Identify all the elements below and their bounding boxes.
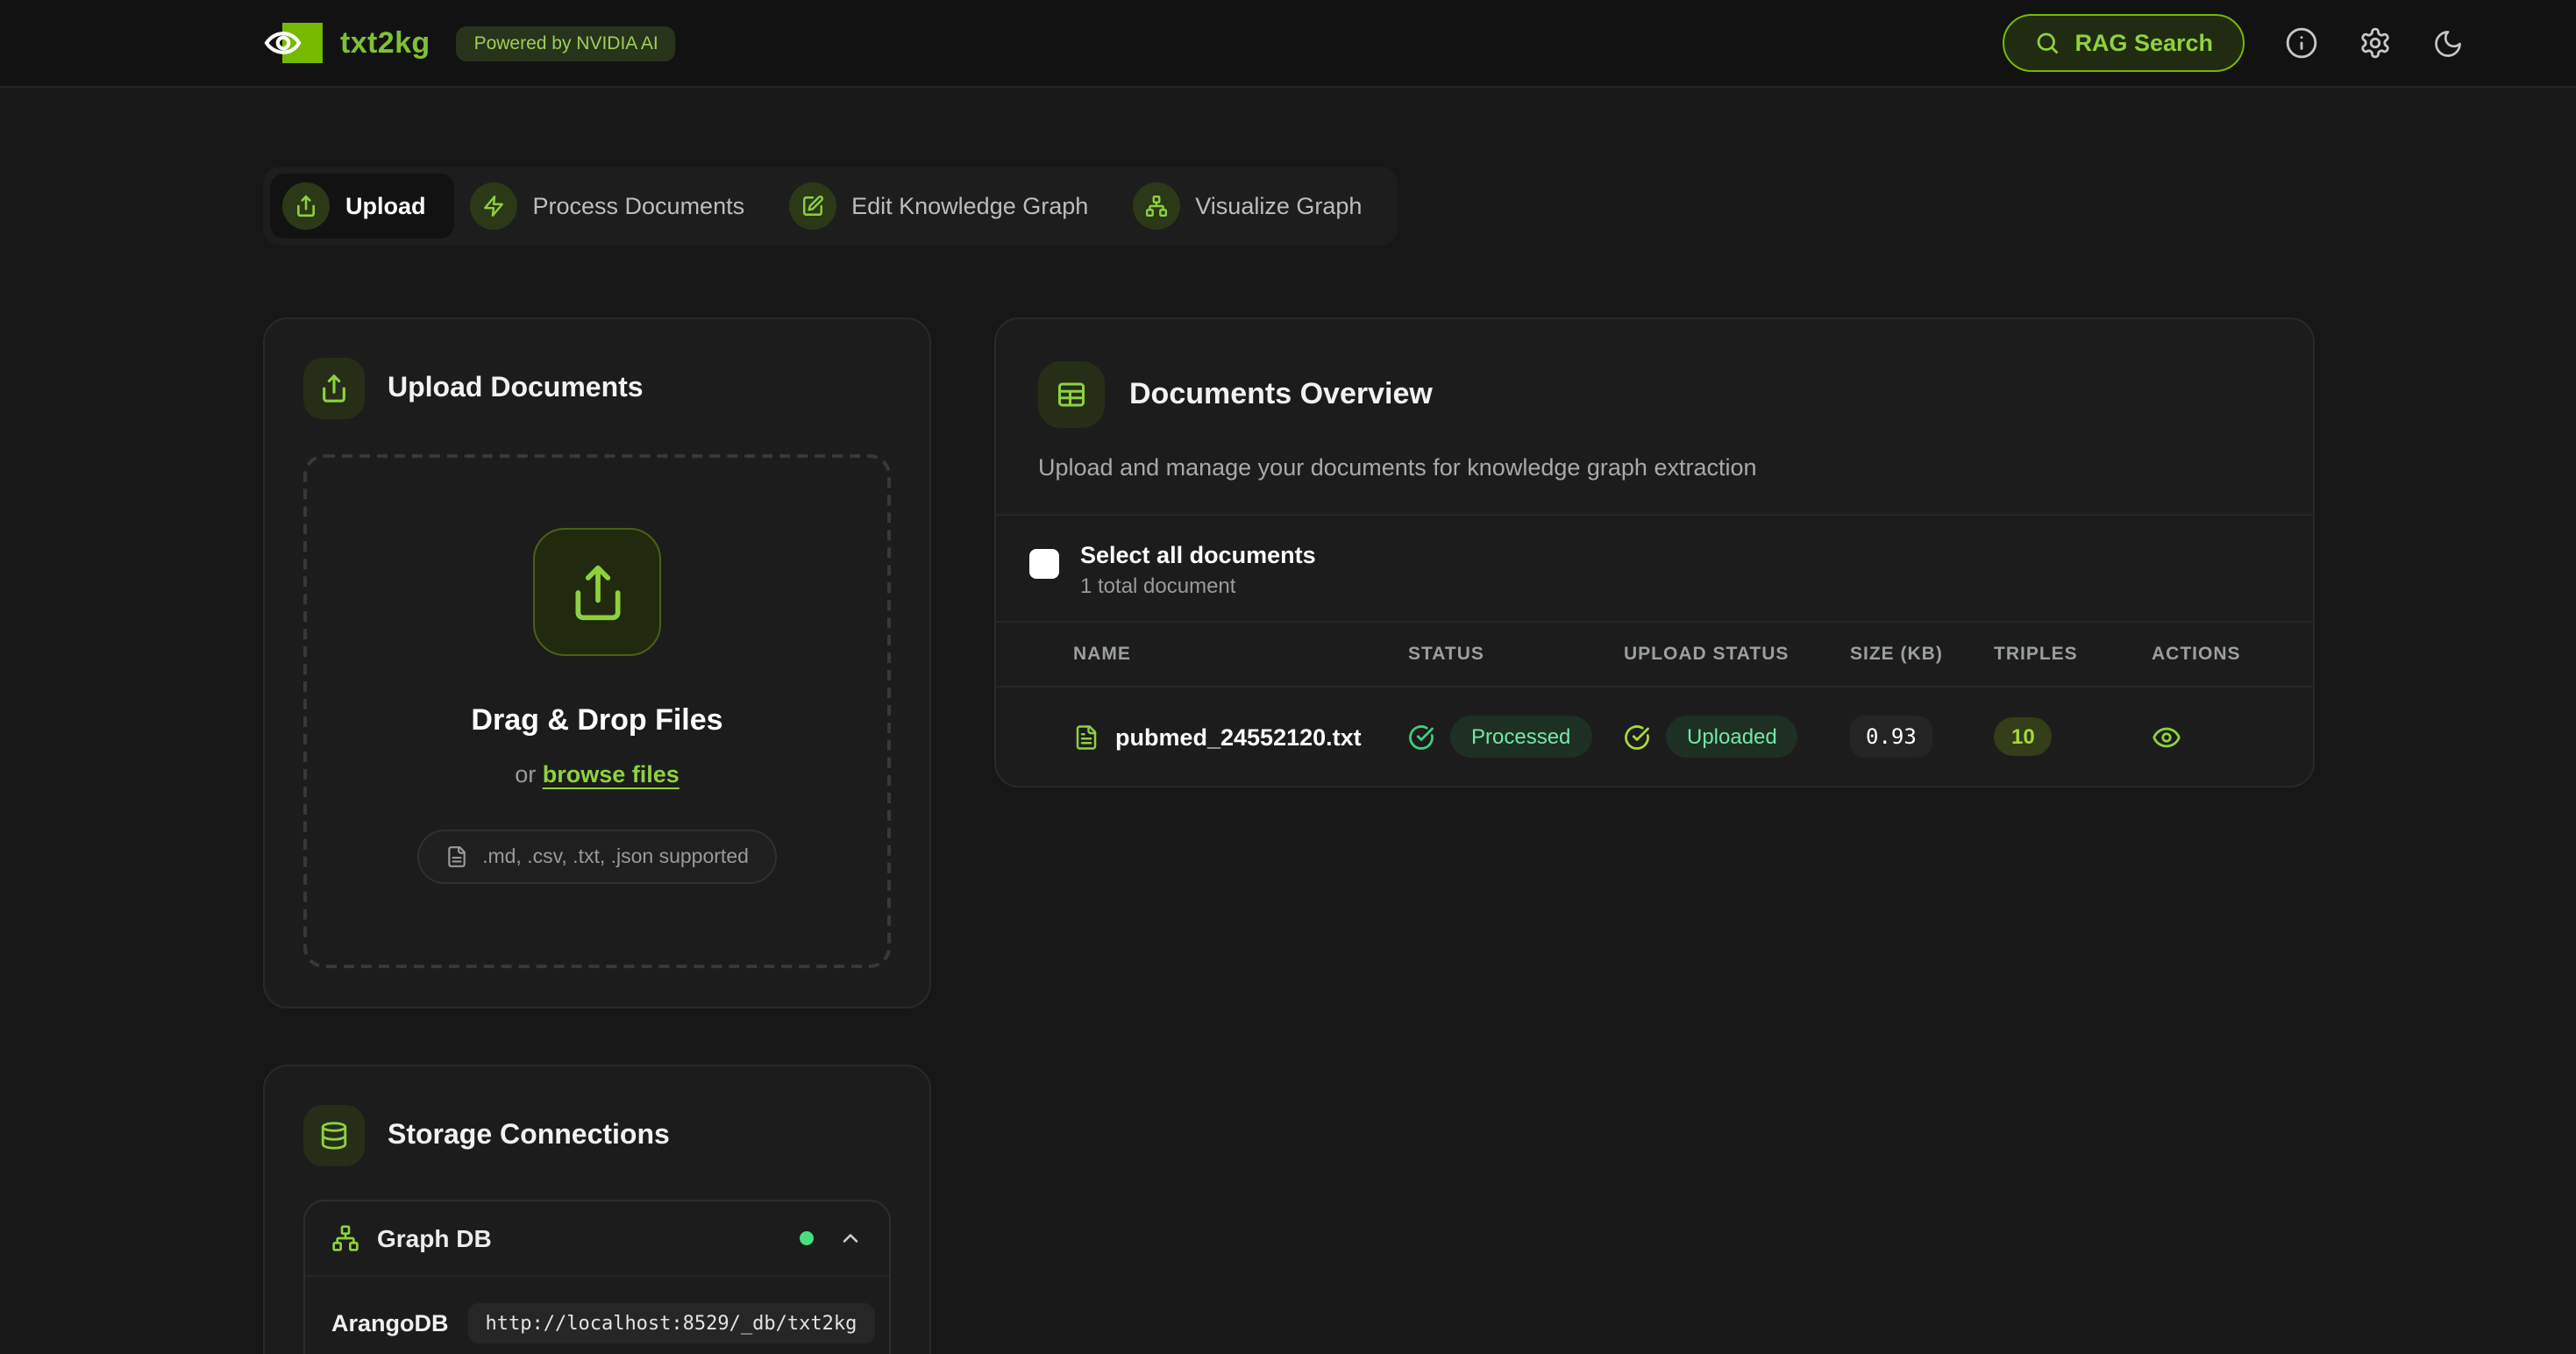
documents-table-header: NAME STATUS UPLOAD STATUS SIZE (KB) TRIP… — [996, 621, 2313, 688]
graph-db-provider-row: ArangoDB http://localhost:8529/_db/txt2k… — [331, 1303, 863, 1343]
zap-icon — [470, 182, 517, 230]
file-text-icon — [1073, 723, 1099, 750]
col-checkbox-spacer — [1029, 644, 1073, 665]
graph-db-section-toggle[interactable]: Graph DB — [305, 1201, 889, 1275]
graph-db-details: ArangoDB http://localhost:8529/_db/txt2k… — [305, 1275, 889, 1354]
top-bar: txt2kg Powered by NVIDIA AI RAG Search — [0, 0, 2576, 88]
document-name-cell: pubmed_24552120.txt — [1073, 723, 1408, 750]
select-all-row: Select all documents 1 total document — [996, 514, 2313, 621]
documents-card-title: Documents Overview — [1129, 377, 1433, 412]
storage-connections-card: Storage Connections Graph DB — [263, 1065, 931, 1354]
brand: txt2kg Powered by NVIDIA AI — [263, 23, 676, 63]
tab-visualize-graph[interactable]: Visualize Graph — [1120, 174, 1390, 239]
upload-status-cell: Uploaded — [1624, 716, 1850, 758]
size-value: 0.93 — [1850, 716, 1932, 758]
browse-files-link[interactable]: browse files — [543, 761, 680, 787]
documents-card-header: Documents Overview — [996, 319, 2313, 428]
size-cell: 0.93 — [1850, 716, 1932, 758]
tab-upload-label: Upload — [345, 193, 426, 219]
tab-upload[interactable]: Upload — [270, 174, 454, 239]
network-icon — [331, 1224, 359, 1252]
status-badge: Processed — [1450, 716, 1591, 758]
col-triples: TRIPLES — [1994, 644, 2152, 665]
connected-status-dot — [800, 1231, 814, 1245]
txt2kg-app: txt2kg Powered by NVIDIA AI RAG Search — [0, 0, 2576, 1354]
tab-process-documents[interactable]: Process Documents — [458, 174, 773, 239]
storage-card-title: Storage Connections — [388, 1120, 670, 1151]
rag-search-button[interactable]: RAG Search — [2003, 14, 2245, 72]
col-name: NAME — [1073, 644, 1408, 665]
check-circle-icon — [1624, 723, 1650, 750]
upload-card-title: Upload Documents — [388, 373, 644, 404]
db-connections-panel: Graph DB ArangoDB — [303, 1200, 891, 1354]
graph-db-label: Graph DB — [377, 1224, 492, 1252]
graph-db-status — [800, 1226, 863, 1251]
table-row: pubmed_24552120.txt Processed — [996, 688, 2313, 786]
col-actions: ACTIONS — [2152, 644, 2313, 665]
nav-tabs: Upload Process Documents Edit Knowledge … — [263, 167, 1397, 246]
app-title: txt2kg — [340, 25, 431, 61]
network-icon — [1132, 182, 1179, 230]
supported-formats-label: .md, .csv, .txt, .json supported — [482, 846, 749, 867]
content-container: Upload Process Documents Edit Knowledge … — [263, 88, 2315, 1354]
upload-documents-card: Upload Documents Drag & Drop Files or br… — [263, 317, 931, 1008]
tab-visualize-label: Visualize Graph — [1195, 193, 1362, 219]
nvidia-logo-icon — [263, 23, 323, 63]
total-documents-count: 1 total document — [1080, 574, 1316, 598]
file-icon — [445, 845, 468, 868]
select-all-label: Select all documents — [1080, 542, 1316, 568]
edit-icon — [788, 182, 836, 230]
upload-card-header: Upload Documents — [303, 358, 891, 419]
triples-cell: 10 — [1994, 717, 2053, 756]
status-cell: Processed — [1408, 716, 1624, 758]
rag-search-label: RAG Search — [2074, 30, 2213, 56]
col-upload-status: UPLOAD STATUS — [1624, 644, 1850, 665]
or-text: or — [515, 761, 536, 787]
table-icon — [1038, 361, 1105, 428]
col-status: STATUS — [1408, 644, 1624, 665]
tab-edit-label: Edit Knowledge Graph — [851, 193, 1088, 219]
left-column: Upload Documents Drag & Drop Files or br… — [263, 317, 931, 1354]
view-document-button[interactable] — [2152, 722, 2187, 752]
storage-card-header: Storage Connections — [303, 1105, 891, 1166]
database-icon — [303, 1105, 365, 1166]
connection-url: http://localhost:8529/_db/txt2kg — [468, 1303, 875, 1343]
provider-name: ArangoDB — [331, 1310, 449, 1336]
document-filename: pubmed_24552120.txt — [1115, 723, 1362, 750]
supported-formats-pill: .md, .csv, .txt, .json supported — [417, 830, 777, 884]
page: txt2kg Powered by NVIDIA AI RAG Search — [0, 0, 2576, 1354]
dark-mode-toggle[interactable] — [2432, 27, 2464, 59]
actions-cell — [2152, 722, 2187, 752]
dropzone-subtitle: or browse files — [342, 761, 852, 787]
info-button[interactable] — [2285, 26, 2318, 60]
documents-card-subtitle: Upload and manage your documents for kno… — [996, 454, 2313, 481]
settings-button[interactable] — [2359, 26, 2392, 60]
triples-count-badge: 10 — [1994, 717, 2053, 756]
file-dropzone[interactable]: Drag & Drop Files or browse files .md, .… — [303, 454, 891, 968]
dropzone-title: Drag & Drop Files — [342, 703, 852, 738]
upload-icon — [282, 182, 330, 230]
top-bar-actions: RAG Search — [2003, 14, 2464, 72]
main-content: Upload Documents Drag & Drop Files or br… — [263, 317, 2315, 1354]
powered-by-badge: Powered by NVIDIA AI — [457, 25, 676, 61]
documents-overview-card: Documents Overview Upload and manage you… — [994, 317, 2315, 787]
tab-process-label: Process Documents — [533, 193, 745, 219]
check-circle-icon — [1408, 723, 1434, 750]
upload-icon — [303, 358, 365, 419]
col-size: SIZE (KB) — [1850, 644, 1994, 665]
upload-status-badge: Uploaded — [1666, 716, 1798, 758]
upload-icon — [533, 528, 661, 656]
chevron-up-icon[interactable] — [838, 1226, 863, 1251]
select-all-text: Select all documents 1 total document — [1080, 542, 1316, 598]
select-all-checkbox[interactable] — [1029, 549, 1059, 579]
tab-edit-knowledge-graph[interactable]: Edit Knowledge Graph — [776, 174, 1116, 239]
search-icon — [2034, 30, 2060, 56]
right-column: Documents Overview Upload and manage you… — [994, 317, 2315, 787]
